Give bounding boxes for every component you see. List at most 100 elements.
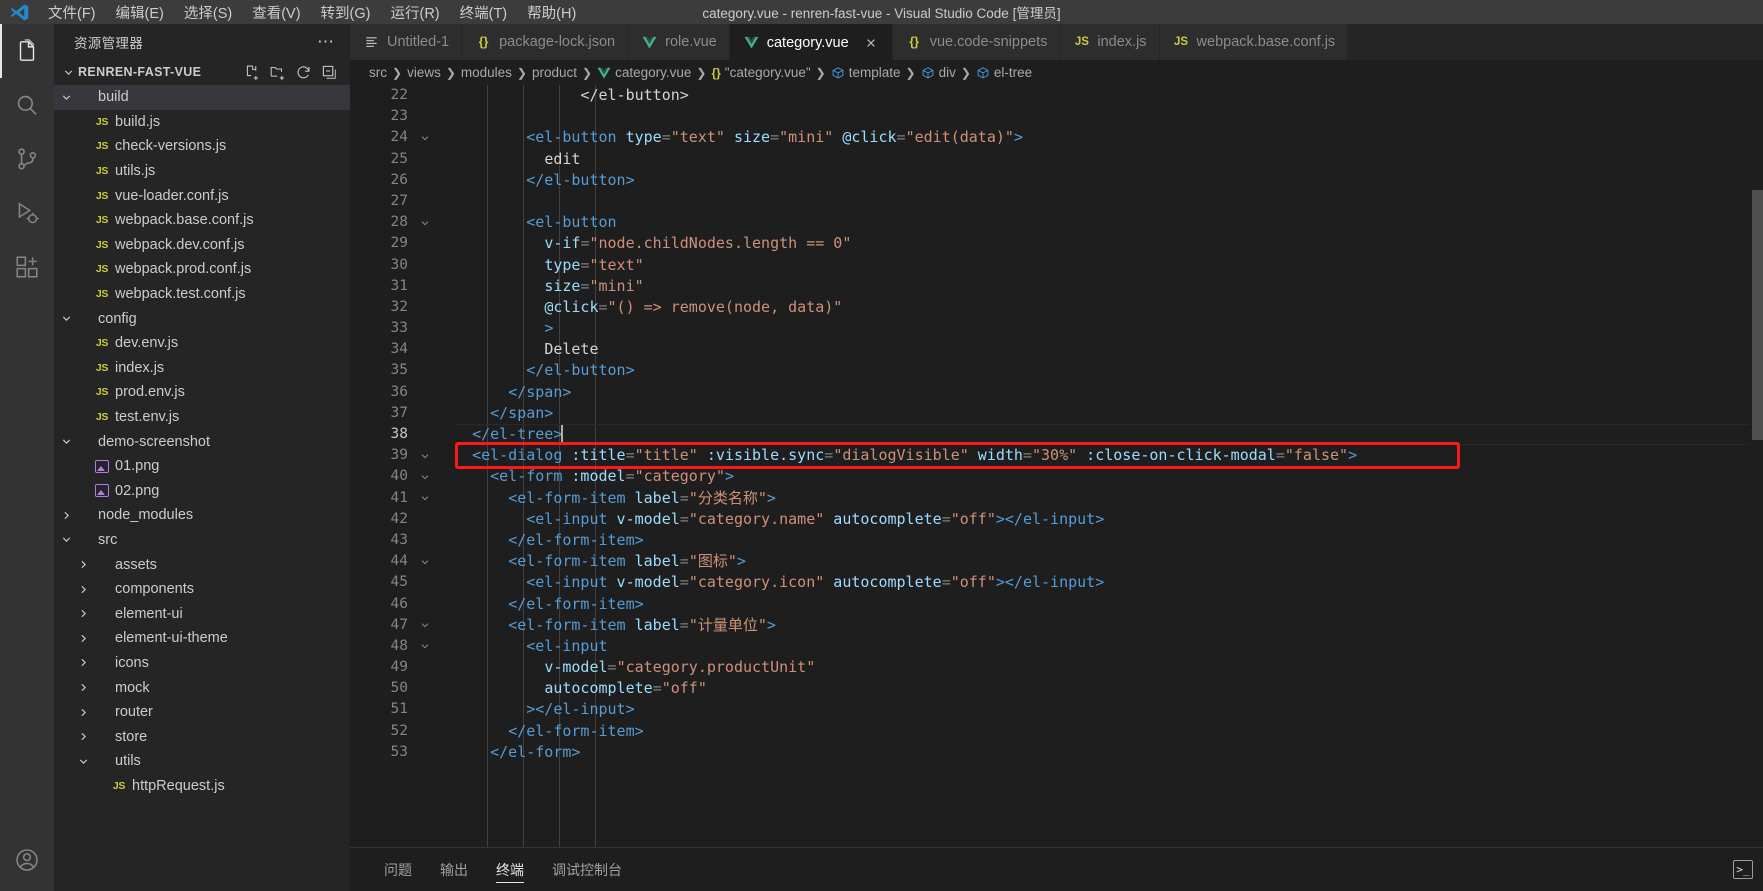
tree-file-item[interactable]: JS check-versions.js [54,134,350,159]
tree-file-item[interactable]: JS index.js [54,356,350,381]
tree-file-item[interactable]: JS webpack.dev.conf.js [54,233,350,258]
tree-folder-item[interactable]: mock [54,675,350,700]
code-line[interactable]: 53 </el-form> [350,742,1763,763]
code-line[interactable]: 37 </span> [350,403,1763,424]
chevron-right-icon[interactable] [75,558,91,571]
activitybar-run-debug[interactable] [0,186,54,240]
tree-folder-item[interactable]: build [54,85,350,110]
code-line[interactable]: 24 <el-button type="text" size="mini" @c… [350,127,1763,148]
chevron-down-icon[interactable] [58,312,74,325]
menu-edit[interactable]: 编辑(E) [106,0,174,24]
menu-help[interactable]: 帮助(H) [517,0,586,24]
code-line[interactable]: 42 <el-input v-model="category.name" aut… [350,509,1763,530]
code-line[interactable]: 22 </el-button> [350,85,1763,106]
chevron-right-icon[interactable] [75,681,91,694]
code-editor[interactable]: 22 </el-button> 23 24 <el-button type="te… [350,85,1763,847]
menu-go[interactable]: 转到(G) [311,0,381,24]
breadcrumb-item[interactable]: modules [461,65,512,80]
tree-folder-item[interactable]: components [54,577,350,602]
tree-folder-item[interactable]: utils [54,749,350,774]
code-line[interactable]: 23 [350,106,1763,127]
editor-scrollbar-thumb[interactable] [1752,190,1763,440]
code-line[interactable]: 27 [350,191,1763,212]
tree-folder-item[interactable]: element-ui-theme [54,626,350,651]
panel-tab[interactable]: 输出 [426,848,482,891]
tree-folder-item[interactable]: store [54,724,350,749]
activitybar-extensions[interactable] [0,240,54,294]
code-line[interactable]: 47 <el-form-item label="计量单位"> [350,615,1763,636]
code-line[interactable]: 25 edit [350,149,1763,170]
tree-file-item[interactable]: JS dev.env.js [54,331,350,356]
overview-ruler[interactable] [1749,85,1763,847]
fold-chevron-down-icon[interactable] [412,217,438,229]
code-line[interactable]: 46 </el-form-item> [350,594,1763,615]
code-line[interactable]: 30 type="text" [350,255,1763,276]
panel-tab[interactable]: 问题 [370,848,426,891]
tree-file-item[interactable]: 01.png [54,454,350,479]
panel-tab-bar[interactable]: 问题 输出 终端 调试控制台 [370,848,636,891]
code-line[interactable]: 44 <el-form-item label="图标"> [350,551,1763,572]
tree-folder-item[interactable]: element-ui [54,601,350,626]
breadcrumb-item[interactable]: div [921,65,956,80]
breadcrumb-item[interactable]: {} "category.vue" [711,65,810,80]
tree-file-item[interactable]: JS webpack.test.conf.js [54,282,350,307]
chevron-down-icon[interactable] [58,435,74,448]
editor-tab-untitled-1[interactable]: Untitled-1 [350,24,463,60]
code-line[interactable]: 33 > [350,318,1763,339]
chevron-right-icon[interactable] [75,656,91,669]
menu-view[interactable]: 查看(V) [242,0,310,24]
fold-chevron-down-icon[interactable] [412,640,438,652]
menu-terminal[interactable]: 终端(T) [450,0,518,24]
tree-file-item[interactable]: JS test.env.js [54,405,350,430]
code-line[interactable]: 35 </el-button> [350,360,1763,381]
breadcrumb[interactable]: src ❯ views ❯ modules ❯ product ❯ category.vue ❯ {… [350,60,1763,85]
breadcrumb-item[interactable]: el-tree [976,65,1032,80]
code-line[interactable]: 52 </el-form-item> [350,721,1763,742]
code-line[interactable]: 39 <el-dialog :title="title" :visible.sy… [350,445,1763,466]
chevron-right-icon[interactable] [75,632,91,645]
code-line[interactable]: 43 </el-form-item> [350,530,1763,551]
activitybar-account[interactable] [0,833,54,887]
chevron-right-icon[interactable] [58,509,74,522]
chevron-down-icon[interactable] [75,755,91,768]
code-line[interactable]: 51 ></el-input> [350,699,1763,720]
tree-file-item[interactable]: JS prod.env.js [54,380,350,405]
code-line[interactable]: 50 autocomplete="off" [350,678,1763,699]
code-line[interactable]: 49 v-model="category.productUnit" [350,657,1763,678]
editor-tab-role-vue[interactable]: role.vue [628,24,730,60]
tree-file-item[interactable]: JS webpack.base.conf.js [54,208,350,233]
menu-run[interactable]: 运行(R) [380,0,449,24]
code-line[interactable]: 34 Delete [350,339,1763,360]
code-line[interactable]: 38 </el-tree> [350,424,1763,446]
breadcrumb-item[interactable]: views [407,65,441,80]
editor-tab-vue-code-snippets[interactable]: {} vue.code-snippets [892,24,1061,60]
collapse-all-icon[interactable] [321,64,338,81]
code-line[interactable]: 32 @click="() => remove(node, data)" [350,297,1763,318]
chevron-right-icon[interactable] [75,706,91,719]
terminal-split-icon[interactable]: >_ [1733,860,1753,879]
code-content[interactable]: 22 </el-button> 23 24 <el-button type="te… [350,85,1763,847]
tree-file-item[interactable]: JS build.js [54,110,350,135]
fold-chevron-down-icon[interactable] [412,450,438,462]
editor-tab-index-js[interactable]: JS index.js [1060,24,1160,60]
editor-tab-category-vue[interactable]: category.vue [729,24,893,60]
code-line[interactable]: 36 </span> [350,382,1763,403]
breadcrumb-item[interactable]: category.vue [597,65,691,80]
breadcrumb-item[interactable]: template [831,65,901,80]
tree-folder-item[interactable]: icons [54,651,350,676]
activitybar-search[interactable] [0,78,54,132]
chevron-right-icon[interactable] [75,730,91,743]
fold-chevron-down-icon[interactable] [412,556,438,568]
panel-tab[interactable]: 终端 [482,848,538,891]
code-line[interactable]: 29 v-if="node.childNodes.length == 0" [350,233,1763,254]
tree-folder-item[interactable]: router [54,700,350,725]
new-folder-icon[interactable] [269,64,286,81]
tree-file-item[interactable]: JS webpack.prod.conf.js [54,257,350,282]
code-line[interactable]: 40 <el-form :model="category"> [350,466,1763,487]
code-line[interactable]: 45 <el-input v-model="category.icon" aut… [350,572,1763,593]
menu-selection[interactable]: 选择(S) [174,0,242,24]
explorer-root-section[interactable]: RENREN-FAST-VUE [54,59,350,85]
breadcrumb-item[interactable]: product [532,65,577,80]
fold-chevron-down-icon[interactable] [412,619,438,631]
tree-file-item[interactable]: 02.png [54,479,350,504]
